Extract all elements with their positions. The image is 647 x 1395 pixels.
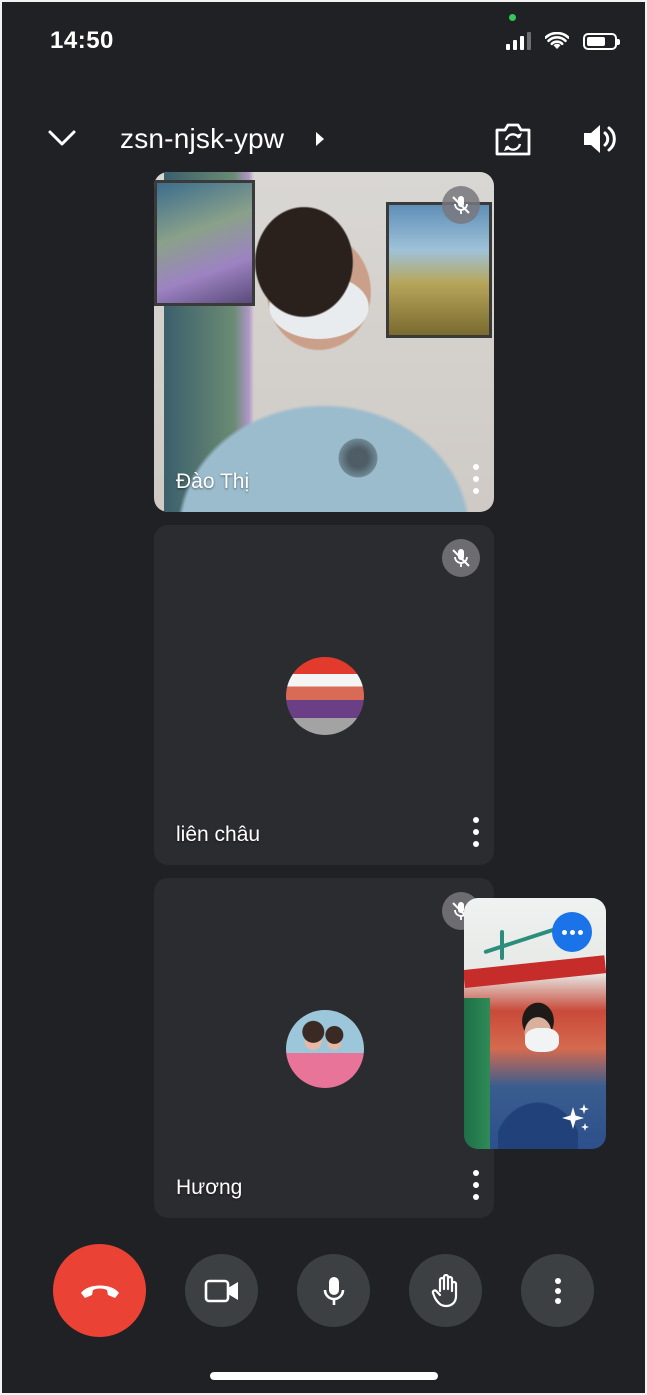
end-call-button[interactable] bbox=[53, 1244, 146, 1337]
banner bbox=[464, 955, 606, 988]
mic-off-icon bbox=[442, 186, 480, 224]
end-call-icon bbox=[80, 1285, 119, 1298]
chevron-down-icon[interactable] bbox=[44, 120, 80, 156]
raise-hand-button[interactable] bbox=[409, 1254, 482, 1327]
meeting-code[interactable]: zsn-njsk-ypw bbox=[120, 123, 284, 155]
raise-hand-icon bbox=[431, 1273, 457, 1307]
more-vert-icon[interactable] bbox=[470, 1170, 482, 1200]
participant-name: Hương bbox=[176, 1176, 243, 1199]
participant-tile[interactable]: liên châu bbox=[154, 525, 494, 865]
wall-painting bbox=[154, 180, 255, 306]
wifi-icon bbox=[545, 32, 569, 49]
wall-painting bbox=[386, 202, 492, 338]
ceiling-fan bbox=[500, 930, 504, 960]
flip-camera-icon[interactable] bbox=[493, 120, 533, 158]
battery-icon bbox=[583, 32, 620, 50]
more-vert-icon[interactable] bbox=[470, 817, 482, 847]
camera-button[interactable] bbox=[185, 1254, 258, 1327]
camera-indicator-dot bbox=[509, 14, 516, 21]
curtain bbox=[464, 998, 490, 1149]
more-horiz-icon[interactable] bbox=[552, 912, 592, 952]
participant-tile[interactable]: Đào Thị bbox=[154, 172, 494, 512]
status-time: 14:50 bbox=[50, 27, 114, 54]
mic-off-icon bbox=[442, 539, 480, 577]
more-vert-icon[interactable] bbox=[470, 464, 482, 494]
microphone-button[interactable] bbox=[297, 1254, 370, 1327]
shirt-flower bbox=[334, 437, 382, 479]
video-camera-icon bbox=[204, 1279, 238, 1302]
participant-name: Đào Thị bbox=[176, 470, 250, 493]
mic-icon bbox=[323, 1276, 344, 1305]
ceiling-fan bbox=[483, 925, 561, 955]
avatar bbox=[286, 1010, 364, 1088]
face-mask bbox=[525, 1028, 559, 1052]
avatar bbox=[286, 657, 364, 735]
caret-right-icon[interactable] bbox=[314, 130, 326, 148]
participant-tile[interactable]: Hương bbox=[154, 878, 494, 1218]
status-icons bbox=[506, 32, 620, 50]
speaker-icon[interactable] bbox=[580, 120, 618, 158]
home-indicator[interactable] bbox=[210, 1372, 438, 1380]
sparkle-icon[interactable] bbox=[560, 1103, 592, 1135]
more-options-button[interactable] bbox=[521, 1254, 594, 1327]
participant-name: liên châu bbox=[176, 823, 261, 846]
cellular-signal-icon bbox=[506, 32, 531, 50]
more-vert-icon bbox=[554, 1277, 561, 1304]
